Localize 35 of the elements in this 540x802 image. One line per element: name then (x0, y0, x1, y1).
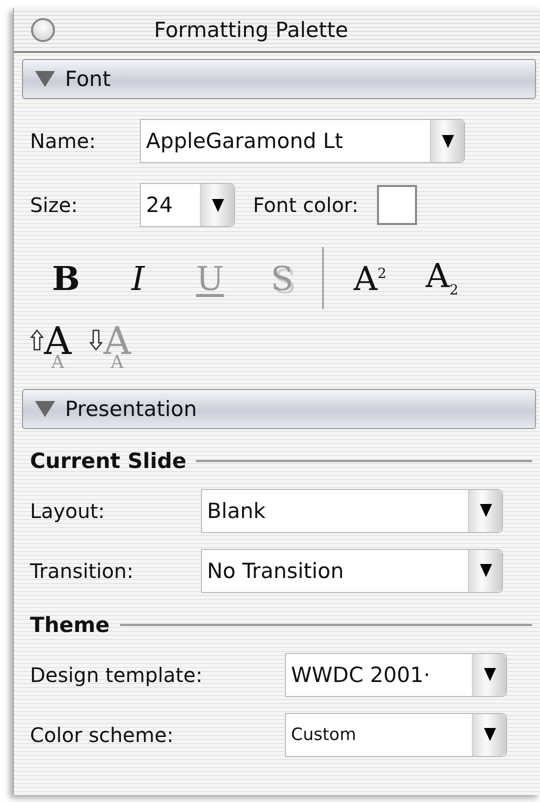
disclosure-triangle-icon[interactable] (35, 71, 55, 87)
group-title: Theme (30, 612, 110, 637)
dropdown[interactable]: No Transition (201, 548, 503, 593)
field-label: Size: (30, 193, 79, 217)
down-arrow-icon (89, 329, 104, 351)
dropdown[interactable]: Blank (201, 488, 503, 533)
style-button[interactable]: B (30, 262, 102, 294)
dropdown-arrow-icon (480, 564, 492, 578)
dropdown[interactable]: Custom (285, 712, 507, 757)
field-label: Font color: (253, 193, 359, 217)
font-color-swatch[interactable] (376, 185, 417, 225)
field-label: Name: (30, 129, 97, 153)
up-arrow-icon (30, 329, 44, 351)
dropdown[interactable]: 24 (140, 183, 235, 227)
disclosure-triangle-icon[interactable] (35, 400, 55, 417)
group-title: Current Slide (30, 448, 186, 473)
field-label: Layout: (30, 498, 106, 523)
field-label: Transition: (30, 558, 134, 583)
window-title: Formatting Palette (154, 18, 348, 42)
style-button[interactable]: I (102, 262, 174, 294)
field-label: Color scheme: (30, 722, 174, 747)
dropdown-arrow-icon (212, 198, 224, 212)
style-button[interactable]: A$^{2}$ (334, 262, 406, 294)
style-button[interactable]: A$_{2}$ (406, 258, 478, 298)
dropdown-arrow-icon (484, 668, 496, 682)
dropdown-arrow-icon (442, 134, 454, 148)
dropdown[interactable]: AppleGaramond Lt (140, 119, 465, 163)
section-header[interactable]: Font (22, 59, 536, 99)
dropdown[interactable]: WWDC 2001· (285, 652, 507, 697)
font-size-button[interactable]: AA (30, 325, 72, 371)
section-header[interactable]: Presentation (22, 388, 536, 429)
field-label: Design template: (30, 662, 204, 687)
dropdown-arrow-icon (484, 728, 496, 742)
close-button[interactable] (31, 18, 55, 42)
dropdown-arrow-icon (480, 504, 492, 518)
